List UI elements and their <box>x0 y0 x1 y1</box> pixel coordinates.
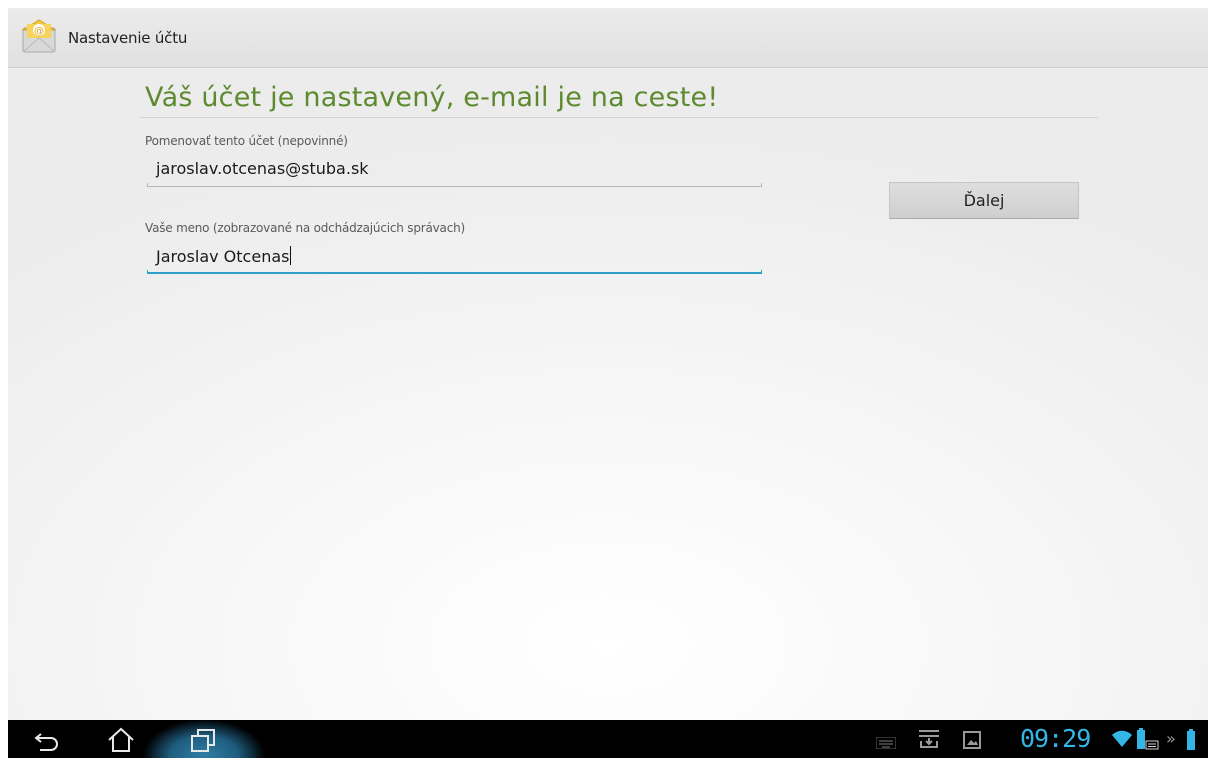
account-name-input[interactable]: jaroslav.otcenas@stuba.sk <box>147 151 762 187</box>
clock[interactable]: 09:29 <box>1020 724 1091 753</box>
system-bar: 09:29 » <box>8 720 1208 758</box>
page-heading: Váš účet je nastavený, e-mail je na cest… <box>145 82 719 113</box>
expand-icon[interactable]: » <box>1166 729 1176 748</box>
next-button[interactable]: Ďalej <box>889 182 1079 219</box>
home-icon[interactable] <box>106 726 136 754</box>
your-name-value: Jaroslav Otcenas <box>156 247 290 266</box>
account-name-value: jaroslav.otcenas@stuba.sk <box>156 159 369 178</box>
your-name-input[interactable]: Jaroslav Otcenas <box>147 238 762 274</box>
gallery-icon[interactable] <box>963 731 981 753</box>
back-icon[interactable] <box>32 726 62 754</box>
battery-icon <box>1186 729 1196 755</box>
heading-divider <box>140 117 1098 118</box>
recent-apps-icon[interactable] <box>188 726 218 754</box>
account-name-label: Pomenovať tento účet (nepovinné) <box>145 134 348 148</box>
action-bar: @ Nastavenie účtu <box>8 8 1208 68</box>
text-cursor <box>290 246 292 265</box>
screen: @ Nastavenie účtu Váš účet je nastavený,… <box>8 8 1208 758</box>
download-icon[interactable] <box>918 729 940 753</box>
action-bar-title: Nastavenie účtu <box>68 29 188 47</box>
email-app-icon[interactable]: @ <box>20 18 58 58</box>
battery-keyboard-icon <box>1136 728 1160 754</box>
svg-text:@: @ <box>34 26 44 37</box>
wifi-icon <box>1112 730 1132 752</box>
keyboard-icon[interactable] <box>875 734 897 753</box>
your-name-label: Vaše meno (zobrazované na odchádzajúcich… <box>145 221 465 235</box>
